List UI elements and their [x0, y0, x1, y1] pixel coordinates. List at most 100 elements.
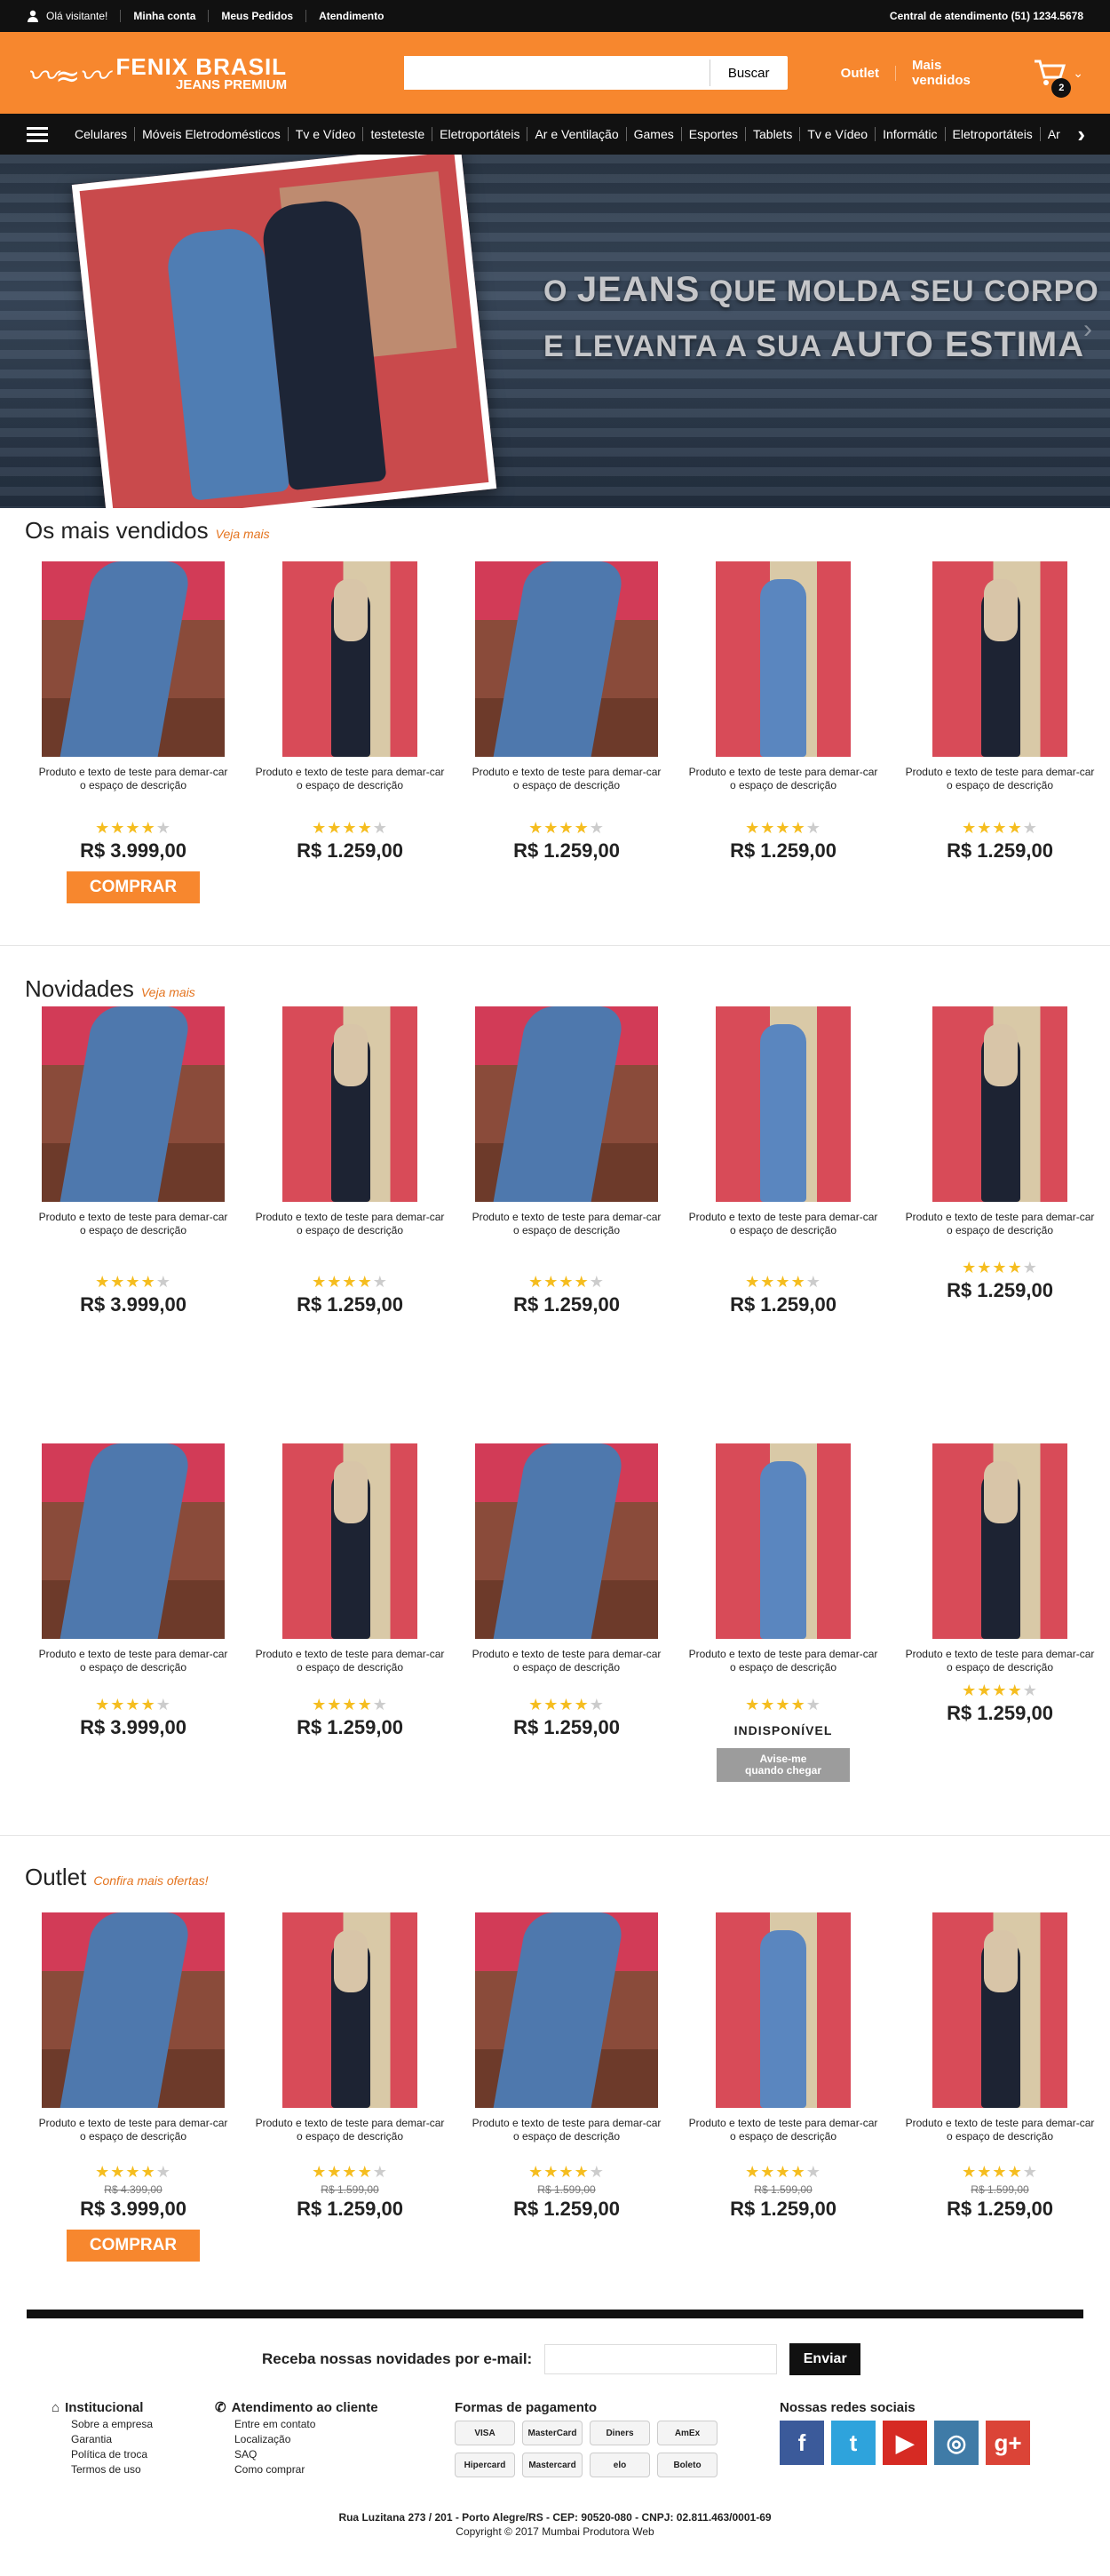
product-card[interactable]: Produto e texto de teste para demar-car …	[458, 1912, 675, 2262]
product-description[interactable]: Produto e texto de teste para demar-car …	[905, 1211, 1095, 1237]
buy-button[interactable]: COMPRAR	[67, 2230, 200, 2262]
nav-item[interactable]: Celulares	[67, 127, 136, 141]
nav-item[interactable]: Esportes	[682, 127, 746, 141]
cart-button[interactable]: 2 ⌄	[1034, 59, 1083, 98]
product-image[interactable]	[475, 1912, 658, 2108]
nav-item[interactable]: Ar	[1041, 127, 1067, 141]
product-image[interactable]	[42, 1912, 225, 2108]
product-description[interactable]: Produto e texto de teste para demar-car …	[38, 766, 228, 792]
product-card[interactable]: Produto e texto de teste para demar-car …	[458, 561, 675, 903]
support-link[interactable]: Atendimento	[306, 10, 396, 22]
footer-link[interactable]: Localização	[215, 2432, 378, 2447]
product-image[interactable]	[932, 1443, 1067, 1639]
product-card[interactable]: Produto e texto de teste para demar-car …	[25, 1006, 242, 1316]
nav-item[interactable]: Ar e Ventilação	[527, 127, 627, 141]
product-description[interactable]: Produto e texto de teste para demar-car …	[905, 1648, 1095, 1674]
product-card[interactable]: Produto e texto de teste para demar-car …	[892, 1912, 1108, 2262]
more-offers-link[interactable]: Confira mais ofertas!	[93, 1873, 208, 1888]
product-description[interactable]: Produto e texto de teste para demar-car …	[38, 2117, 228, 2143]
product-image[interactable]	[475, 561, 658, 757]
product-description[interactable]: Produto e texto de teste para demar-car …	[905, 766, 1095, 792]
search-button[interactable]: Buscar	[709, 60, 788, 86]
product-description[interactable]: Produto e texto de teste para demar-car …	[472, 766, 662, 792]
banner-next-icon[interactable]: ›	[1083, 314, 1092, 345]
nav-item[interactable]: Tablets	[746, 127, 801, 141]
product-image[interactable]	[716, 561, 851, 757]
facebook-icon[interactable]: f	[780, 2421, 824, 2465]
product-image[interactable]	[932, 1912, 1067, 2108]
footer-link[interactable]: Entre em contato	[215, 2417, 378, 2432]
see-more-link[interactable]: Veja mais	[216, 527, 270, 541]
store-logo[interactable]: 〰≈〰 FENIX BRASIL JEANS PREMIUM	[27, 46, 369, 99]
my-orders-link[interactable]: Meus Pedidos	[209, 10, 307, 22]
product-image[interactable]	[282, 561, 417, 757]
product-card[interactable]: Produto e texto de teste para demar-car …	[25, 1912, 242, 2262]
footer-link[interactable]: Sobre a empresa	[52, 2417, 153, 2432]
hero-banner[interactable]: O JEANS QUE MOLDA SEU CORPO E LEVANTA A …	[0, 155, 1110, 508]
google-plus-icon[interactable]: g+	[986, 2421, 1030, 2465]
product-card[interactable]: Produto e texto de teste para demar-car …	[25, 1443, 242, 1782]
outlet-link[interactable]: Outlet	[825, 65, 897, 81]
footer-link[interactable]: Garantia	[52, 2432, 153, 2447]
buy-button[interactable]: COMPRAR	[67, 871, 200, 903]
product-card[interactable]: Produto e texto de teste para demar-car …	[892, 1006, 1108, 1316]
nav-item[interactable]: Eletroportáteis	[946, 127, 1041, 141]
product-card[interactable]: Produto e texto de teste para demar-car …	[675, 1912, 892, 2262]
product-image[interactable]	[932, 1006, 1067, 1202]
product-card[interactable]: Produto e texto de teste para demar-car …	[242, 1443, 458, 1782]
product-image[interactable]	[716, 1912, 851, 2108]
product-image[interactable]	[42, 1443, 225, 1639]
footer-link[interactable]: Política de troca	[52, 2447, 153, 2462]
nav-item[interactable]: Eletroportáteis	[432, 127, 528, 141]
footer-link[interactable]: Termos de uso	[52, 2462, 153, 2477]
instagram-icon[interactable]: ◎	[934, 2421, 979, 2465]
notify-me-button[interactable]: Avise-me quando chegar	[717, 1748, 850, 1782]
product-card[interactable]: Produto e texto de teste para demar-car …	[242, 561, 458, 903]
product-image[interactable]	[282, 1912, 417, 2108]
product-image[interactable]	[716, 1443, 851, 1639]
footer-link[interactable]: SAQ	[215, 2447, 378, 2462]
product-description[interactable]: Produto e texto de teste para demar-car …	[255, 766, 445, 792]
product-card[interactable]: Produto e texto de teste para demar-car …	[458, 1006, 675, 1316]
product-description[interactable]: Produto e texto de teste para demar-car …	[688, 1648, 878, 1674]
product-card[interactable]: Produto e texto de teste para demar-car …	[242, 1912, 458, 2262]
product-description[interactable]: Produto e texto de teste para demar-car …	[38, 1211, 228, 1237]
product-image[interactable]	[475, 1443, 658, 1639]
see-more-link[interactable]: Veja mais	[141, 985, 195, 999]
product-description[interactable]: Produto e texto de teste para demar-car …	[905, 2117, 1095, 2143]
nav-item[interactable]: Games	[627, 127, 682, 141]
nav-item[interactable]: Móveis Eletrodomésticos	[135, 127, 289, 141]
product-description[interactable]: Produto e texto de teste para demar-car …	[472, 1211, 662, 1237]
product-image[interactable]	[42, 1006, 225, 1202]
product-card[interactable]: Produto e texto de teste para demar-car …	[675, 1006, 892, 1316]
product-description[interactable]: Produto e texto de teste para demar-car …	[688, 2117, 878, 2143]
youtube-icon[interactable]: ▶	[883, 2421, 927, 2465]
newsletter-send-button[interactable]: Enviar	[789, 2343, 861, 2375]
product-description[interactable]: Produto e texto de teste para demar-car …	[255, 1648, 445, 1674]
nav-item[interactable]: Informátic	[876, 127, 946, 141]
nav-item[interactable]: Tv e Vídeo	[800, 127, 876, 141]
nav-item[interactable]: testeteste	[363, 127, 433, 141]
product-image[interactable]	[282, 1443, 417, 1639]
product-card[interactable]: Produto e texto de teste para demar-car …	[25, 561, 242, 903]
menu-icon[interactable]	[27, 126, 48, 142]
product-image[interactable]	[475, 1006, 658, 1202]
product-card[interactable]: Produto e texto de teste para demar-car …	[892, 1443, 1108, 1782]
my-account-link[interactable]: Minha conta	[121, 10, 210, 22]
nav-item[interactable]: Tv e Vídeo	[289, 127, 364, 141]
footer-link[interactable]: Como comprar	[215, 2462, 378, 2477]
product-image[interactable]	[282, 1006, 417, 1202]
chevron-right-icon[interactable]: ›	[1077, 121, 1085, 148]
product-card[interactable]: Produto e texto de teste para demar-car …	[458, 1443, 675, 1782]
product-card[interactable]: Produto e texto de teste para demar-car …	[892, 561, 1108, 903]
best-sellers-link[interactable]: Mais vendidos	[896, 58, 1012, 88]
product-description[interactable]: Produto e texto de teste para demar-car …	[688, 766, 878, 792]
product-description[interactable]: Produto e texto de teste para demar-car …	[255, 1211, 445, 1237]
product-description[interactable]: Produto e texto de teste para demar-car …	[472, 2117, 662, 2143]
product-image[interactable]	[932, 561, 1067, 757]
product-description[interactable]: Produto e texto de teste para demar-car …	[38, 1648, 228, 1674]
product-description[interactable]: Produto e texto de teste para demar-car …	[255, 2117, 445, 2143]
product-description[interactable]: Produto e texto de teste para demar-car …	[472, 1648, 662, 1674]
product-card[interactable]: Produto e texto de teste para demar-car …	[675, 561, 892, 903]
product-card[interactable]: Produto e texto de teste para demar-car …	[242, 1006, 458, 1316]
